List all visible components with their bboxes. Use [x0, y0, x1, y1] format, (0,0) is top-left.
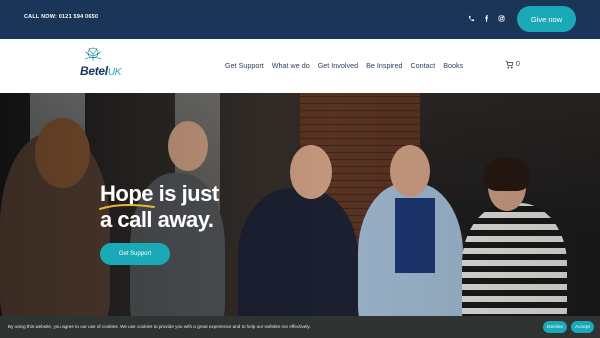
facebook-icon[interactable]	[481, 13, 491, 23]
cookie-decline-button[interactable]: Decline	[543, 321, 567, 333]
hero-headline: Hope is just a call away.	[98, 181, 219, 233]
nav-item-get-involved[interactable]: Get Involved	[318, 61, 358, 70]
hero-section: Hope is just a call away. Get Support	[0, 93, 600, 338]
nav-item-get-support[interactable]: Get Support	[225, 61, 264, 70]
nav-item-be-inspired[interactable]: Be Inspired	[366, 61, 402, 70]
cookie-banner: By using this website, you agree to our …	[0, 316, 600, 338]
underline-swoosh-icon	[98, 204, 156, 210]
tree-icon	[84, 47, 102, 61]
nav-item-contact[interactable]: Contact	[410, 61, 435, 70]
instagram-icon[interactable]	[496, 13, 506, 23]
phone-icon[interactable]	[466, 13, 476, 23]
nav-menu: Get Support What we do Get Involved Be I…	[225, 61, 463, 70]
main-navbar: BetelUK Get Support What we do Get Invol…	[0, 39, 600, 93]
give-now-button[interactable]: Give now	[517, 6, 576, 32]
cart-count: 0	[516, 61, 520, 68]
nav-item-books[interactable]: Books	[443, 61, 463, 70]
logo-main-text: Betel	[80, 64, 108, 78]
cart-icon	[505, 60, 514, 69]
top-bar: CALL NOW: 0121 594 0650 Give now	[0, 0, 600, 39]
logo-wordmark: BetelUK	[80, 64, 121, 78]
nav-item-what-we-do[interactable]: What we do	[272, 61, 310, 70]
cart-button[interactable]: 0	[505, 60, 520, 69]
call-now-text[interactable]: CALL NOW: 0121 594 0650	[24, 14, 98, 20]
hero-get-support-button[interactable]: Get Support	[100, 243, 170, 265]
cookie-accept-button[interactable]: Accept	[571, 321, 594, 333]
betel-uk-logo[interactable]: BetelUK	[80, 47, 136, 83]
logo-suffix-text: UK	[107, 67, 122, 78]
hero-overlay	[0, 93, 600, 338]
cookie-text: By using this website, you agree to our …	[8, 324, 311, 329]
